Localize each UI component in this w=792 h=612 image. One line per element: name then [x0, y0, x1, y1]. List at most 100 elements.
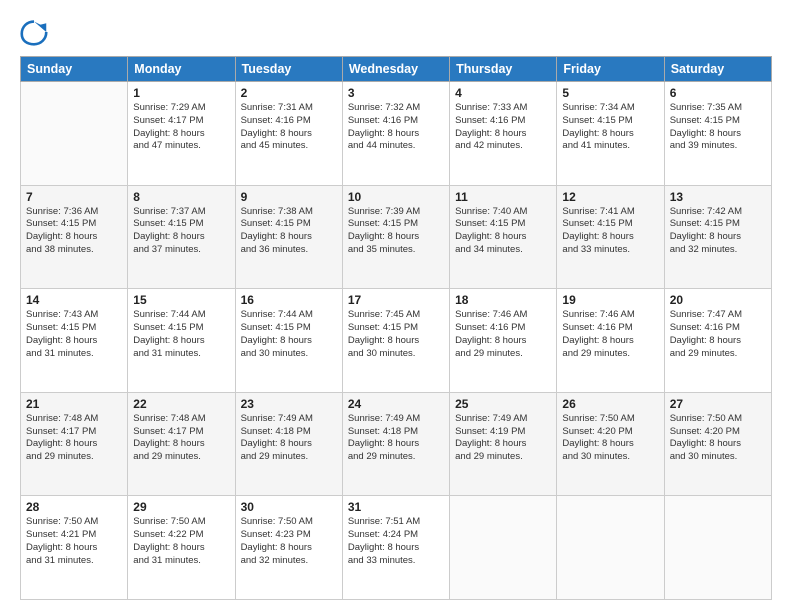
calendar-week-4: 21 Sunrise: 7:48 AM Sunset: 4:17 PM Dayli…: [21, 392, 772, 496]
calendar-cell-w1-d6: 5 Sunrise: 7:34 AM Sunset: 4:15 PM Daylig…: [557, 82, 664, 186]
page: Sunday Monday Tuesday Wednesday Thursday…: [0, 0, 792, 612]
col-tuesday: Tuesday: [235, 57, 342, 82]
day-number-27: 27: [670, 397, 766, 411]
calendar-cell-w3-d2: 15 Sunrise: 7:44 AM Sunset: 4:15 PM Dayli…: [128, 289, 235, 393]
col-wednesday: Wednesday: [342, 57, 449, 82]
col-sunday: Sunday: [21, 57, 128, 82]
calendar-cell-w5-d5: [450, 496, 557, 600]
day-info-29: Sunrise: 7:50 AM Sunset: 4:22 PM Dayligh…: [133, 516, 229, 567]
header: [20, 18, 772, 46]
calendar-header-row: Sunday Monday Tuesday Wednesday Thursday…: [21, 57, 772, 82]
calendar-week-2: 7 Sunrise: 7:36 AM Sunset: 4:15 PM Daylig…: [21, 185, 772, 289]
calendar-cell-w1-d5: 4 Sunrise: 7:33 AM Sunset: 4:16 PM Daylig…: [450, 82, 557, 186]
calendar-week-1: 1 Sunrise: 7:29 AM Sunset: 4:17 PM Daylig…: [21, 82, 772, 186]
day-info-18: Sunrise: 7:46 AM Sunset: 4:16 PM Dayligh…: [455, 309, 551, 360]
day-number-25: 25: [455, 397, 551, 411]
day-number-31: 31: [348, 500, 444, 514]
day-info-7: Sunrise: 7:36 AM Sunset: 4:15 PM Dayligh…: [26, 206, 122, 257]
day-info-28: Sunrise: 7:50 AM Sunset: 4:21 PM Dayligh…: [26, 516, 122, 567]
day-number-17: 17: [348, 293, 444, 307]
calendar-cell-w1-d4: 3 Sunrise: 7:32 AM Sunset: 4:16 PM Daylig…: [342, 82, 449, 186]
day-info-14: Sunrise: 7:43 AM Sunset: 4:15 PM Dayligh…: [26, 309, 122, 360]
calendar-cell-w4-d6: 26 Sunrise: 7:50 AM Sunset: 4:20 PM Dayli…: [557, 392, 664, 496]
logo-icon: [20, 18, 48, 46]
day-info-15: Sunrise: 7:44 AM Sunset: 4:15 PM Dayligh…: [133, 309, 229, 360]
day-number-26: 26: [562, 397, 658, 411]
calendar-cell-w4-d4: 24 Sunrise: 7:49 AM Sunset: 4:18 PM Dayli…: [342, 392, 449, 496]
calendar-cell-w5-d4: 31Sunrise: 7:51 AM Sunset: 4:24 PM Dayli…: [342, 496, 449, 600]
day-info-1: Sunrise: 7:29 AM Sunset: 4:17 PM Dayligh…: [133, 102, 229, 153]
calendar-cell-w3-d3: 16 Sunrise: 7:44 AM Sunset: 4:15 PM Dayli…: [235, 289, 342, 393]
calendar-cell-w2-d3: 9Sunrise: 7:38 AM Sunset: 4:15 PM Daylig…: [235, 185, 342, 289]
calendar-cell-w2-d1: 7 Sunrise: 7:36 AM Sunset: 4:15 PM Daylig…: [21, 185, 128, 289]
day-info-22: Sunrise: 7:48 AM Sunset: 4:17 PM Dayligh…: [133, 413, 229, 464]
day-number-1: 1: [133, 86, 229, 100]
day-number-28: 28: [26, 500, 122, 514]
calendar-cell-w4-d1: 21 Sunrise: 7:48 AM Sunset: 4:17 PM Dayli…: [21, 392, 128, 496]
calendar-cell-w2-d2: 8Sunrise: 7:37 AM Sunset: 4:15 PM Daylig…: [128, 185, 235, 289]
col-monday: Monday: [128, 57, 235, 82]
day-info-11: Sunrise: 7:40 AM Sunset: 4:15 PM Dayligh…: [455, 206, 551, 257]
day-info-12: Sunrise: 7:41 AM Sunset: 4:15 PM Dayligh…: [562, 206, 658, 257]
calendar-cell-w4-d2: 22 Sunrise: 7:48 AM Sunset: 4:17 PM Dayli…: [128, 392, 235, 496]
day-info-16: Sunrise: 7:44 AM Sunset: 4:15 PM Dayligh…: [241, 309, 337, 360]
calendar-cell-w4-d7: 27 Sunrise: 7:50 AM Sunset: 4:20 PM Dayli…: [664, 392, 771, 496]
day-number-15: 15: [133, 293, 229, 307]
calendar-cell-w1-d1: [21, 82, 128, 186]
calendar-cell-w1-d2: 1 Sunrise: 7:29 AM Sunset: 4:17 PM Daylig…: [128, 82, 235, 186]
calendar-cell-w3-d5: 18 Sunrise: 7:46 AM Sunset: 4:16 PM Dayli…: [450, 289, 557, 393]
day-info-9: Sunrise: 7:38 AM Sunset: 4:15 PM Dayligh…: [241, 206, 337, 257]
day-number-13: 13: [670, 190, 766, 204]
col-friday: Friday: [557, 57, 664, 82]
calendar-cell-w1-d3: 2 Sunrise: 7:31 AM Sunset: 4:16 PM Daylig…: [235, 82, 342, 186]
day-info-19: Sunrise: 7:46 AM Sunset: 4:16 PM Dayligh…: [562, 309, 658, 360]
day-number-23: 23: [241, 397, 337, 411]
calendar-cell-w3-d4: 17 Sunrise: 7:45 AM Sunset: 4:15 PM Dayli…: [342, 289, 449, 393]
day-info-4: Sunrise: 7:33 AM Sunset: 4:16 PM Dayligh…: [455, 102, 551, 153]
day-info-21: Sunrise: 7:48 AM Sunset: 4:17 PM Dayligh…: [26, 413, 122, 464]
day-number-20: 20: [670, 293, 766, 307]
day-info-5: Sunrise: 7:34 AM Sunset: 4:15 PM Dayligh…: [562, 102, 658, 153]
day-number-19: 19: [562, 293, 658, 307]
calendar-cell-w5-d2: 29Sunrise: 7:50 AM Sunset: 4:22 PM Dayli…: [128, 496, 235, 600]
day-number-30: 30: [241, 500, 337, 514]
day-info-17: Sunrise: 7:45 AM Sunset: 4:15 PM Dayligh…: [348, 309, 444, 360]
calendar-cell-w2-d4: 10Sunrise: 7:39 AM Sunset: 4:15 PM Dayli…: [342, 185, 449, 289]
calendar-cell-w3-d6: 19 Sunrise: 7:46 AM Sunset: 4:16 PM Dayli…: [557, 289, 664, 393]
day-info-20: Sunrise: 7:47 AM Sunset: 4:16 PM Dayligh…: [670, 309, 766, 360]
col-saturday: Saturday: [664, 57, 771, 82]
day-number-4: 4: [455, 86, 551, 100]
col-thursday: Thursday: [450, 57, 557, 82]
calendar-cell-w3-d7: 20 Sunrise: 7:47 AM Sunset: 4:16 PM Dayli…: [664, 289, 771, 393]
calendar-cell-w2-d7: 13 Sunrise: 7:42 AM Sunset: 4:15 PM Dayli…: [664, 185, 771, 289]
day-number-8: 8: [133, 190, 229, 204]
day-number-11: 11: [455, 190, 551, 204]
day-info-2: Sunrise: 7:31 AM Sunset: 4:16 PM Dayligh…: [241, 102, 337, 153]
day-number-22: 22: [133, 397, 229, 411]
calendar-cell-w5-d6: [557, 496, 664, 600]
day-number-16: 16: [241, 293, 337, 307]
calendar-cell-w5-d1: 28 Sunrise: 7:50 AM Sunset: 4:21 PM Dayli…: [21, 496, 128, 600]
day-info-24: Sunrise: 7:49 AM Sunset: 4:18 PM Dayligh…: [348, 413, 444, 464]
calendar-cell-w2-d6: 12Sunrise: 7:41 AM Sunset: 4:15 PM Dayli…: [557, 185, 664, 289]
day-number-5: 5: [562, 86, 658, 100]
calendar-table: Sunday Monday Tuesday Wednesday Thursday…: [20, 56, 772, 600]
day-number-24: 24: [348, 397, 444, 411]
day-number-3: 3: [348, 86, 444, 100]
calendar-cell-w4-d3: 23Sunrise: 7:49 AM Sunset: 4:18 PM Dayli…: [235, 392, 342, 496]
day-info-26: Sunrise: 7:50 AM Sunset: 4:20 PM Dayligh…: [562, 413, 658, 464]
day-number-18: 18: [455, 293, 551, 307]
day-info-13: Sunrise: 7:42 AM Sunset: 4:15 PM Dayligh…: [670, 206, 766, 257]
calendar-cell-w1-d7: 6Sunrise: 7:35 AM Sunset: 4:15 PM Daylig…: [664, 82, 771, 186]
day-info-3: Sunrise: 7:32 AM Sunset: 4:16 PM Dayligh…: [348, 102, 444, 153]
day-info-27: Sunrise: 7:50 AM Sunset: 4:20 PM Dayligh…: [670, 413, 766, 464]
day-number-21: 21: [26, 397, 122, 411]
calendar-week-3: 14Sunrise: 7:43 AM Sunset: 4:15 PM Dayli…: [21, 289, 772, 393]
day-number-10: 10: [348, 190, 444, 204]
day-number-2: 2: [241, 86, 337, 100]
calendar-cell-w2-d5: 11 Sunrise: 7:40 AM Sunset: 4:15 PM Dayli…: [450, 185, 557, 289]
calendar-cell-w4-d5: 25Sunrise: 7:49 AM Sunset: 4:19 PM Dayli…: [450, 392, 557, 496]
calendar-cell-w5-d3: 30Sunrise: 7:50 AM Sunset: 4:23 PM Dayli…: [235, 496, 342, 600]
day-number-7: 7: [26, 190, 122, 204]
calendar-cell-w5-d7: [664, 496, 771, 600]
